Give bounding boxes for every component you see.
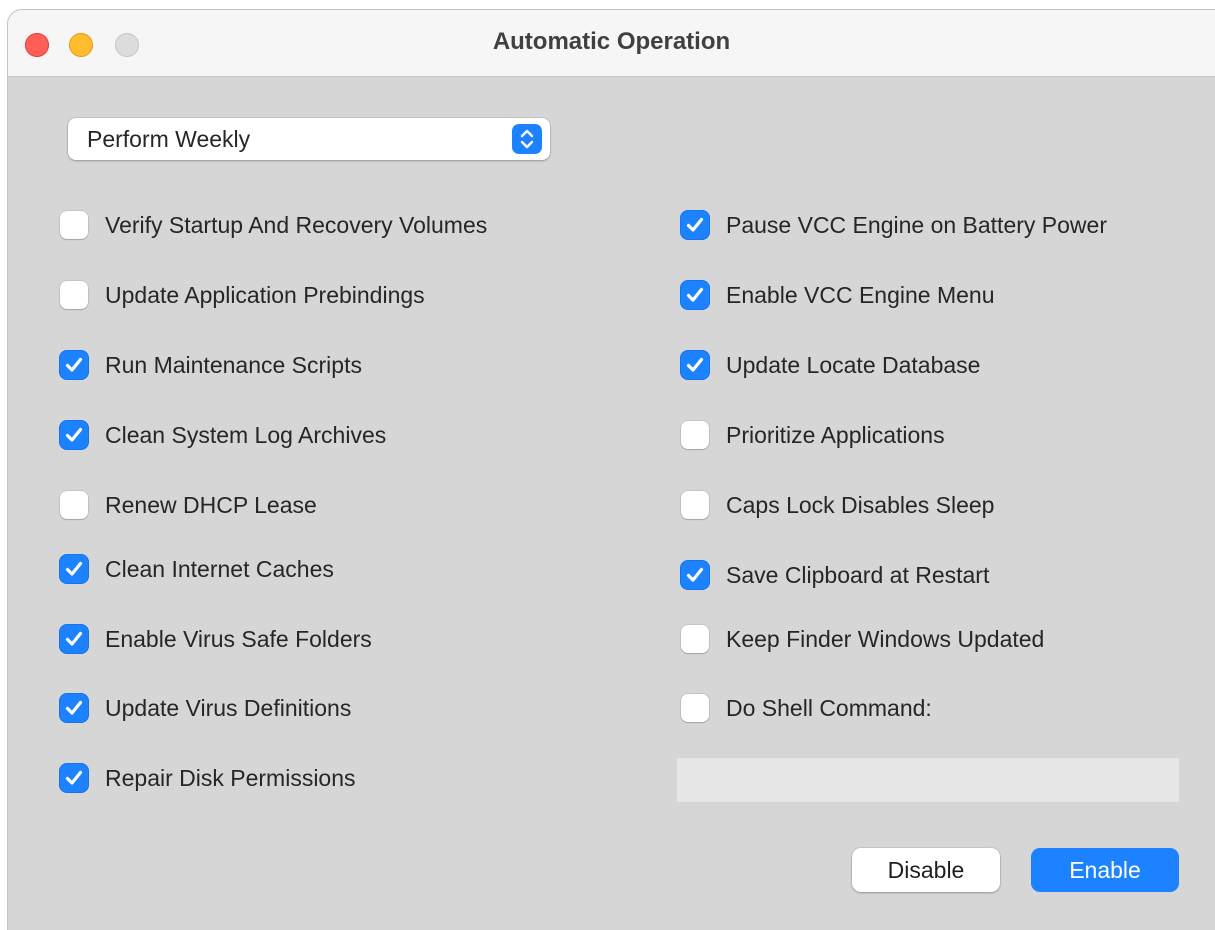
shell-command-field[interactable] (677, 758, 1179, 802)
option-label: Do Shell Command: (726, 694, 932, 721)
option-label: Save Clipboard at Restart (726, 561, 990, 588)
option-label: Update Application Prebindings (105, 281, 425, 308)
option-update-virus-definitions[interactable]: Update Virus Definitions (60, 690, 351, 726)
checkbox-unchecked[interactable] (681, 491, 709, 519)
checkmark-icon (65, 770, 83, 785)
checkbox-unchecked[interactable] (681, 694, 709, 722)
option-label: Update Virus Definitions (105, 694, 352, 721)
checkbox-checked[interactable] (60, 625, 88, 653)
checkbox-checked[interactable] (681, 561, 709, 589)
option-label: Run Maintenance Scripts (105, 351, 362, 378)
option-label: Verify Startup And Recovery Volumes (105, 211, 488, 238)
option-label: Renew DHCP Lease (105, 491, 317, 518)
option-enable-virus-safe-folders[interactable]: Enable Virus Safe Folders (60, 621, 372, 657)
option-run-maintenance-scripts[interactable]: Run Maintenance Scripts (60, 347, 362, 383)
option-label: Repair Disk Permissions (105, 764, 356, 791)
option-verify-startup-volumes[interactable]: Verify Startup And Recovery Volumes (60, 207, 487, 243)
checkbox-checked[interactable] (681, 351, 709, 379)
option-save-clipboard[interactable]: Save Clipboard at Restart (681, 557, 989, 593)
option-label: Clean System Log Archives (105, 421, 387, 448)
disable-button[interactable]: Disable (852, 848, 1000, 892)
checkmark-icon (686, 357, 704, 372)
checkbox-checked[interactable] (60, 351, 88, 379)
option-label: Keep Finder Windows Updated (726, 625, 1045, 652)
option-do-shell-command[interactable]: Do Shell Command: (681, 690, 932, 726)
checkmark-icon (686, 567, 704, 582)
checkbox-unchecked[interactable] (60, 281, 88, 309)
checkmark-icon (65, 427, 83, 442)
enable-button[interactable]: Enable (1031, 848, 1179, 892)
checkmark-icon (686, 217, 704, 232)
checkbox-checked[interactable] (60, 764, 88, 792)
option-label: Enable Virus Safe Folders (105, 625, 372, 652)
checkmark-icon (65, 631, 83, 646)
option-renew-dhcp-lease[interactable]: Renew DHCP Lease (60, 487, 317, 523)
title-bar[interactable]: Automatic Operation (8, 10, 1215, 77)
option-update-prebindings[interactable]: Update Application Prebindings (60, 277, 425, 313)
checkbox-unchecked[interactable] (681, 625, 709, 653)
option-clean-log-archives[interactable]: Clean System Log Archives (60, 417, 386, 453)
option-clean-internet-caches[interactable]: Clean Internet Caches (60, 551, 334, 587)
checkmark-icon (686, 287, 704, 302)
option-label: Prioritize Applications (726, 421, 945, 448)
option-keep-finder-windows-updated[interactable]: Keep Finder Windows Updated (681, 621, 1044, 657)
option-label: Enable VCC Engine Menu (726, 281, 995, 308)
checkbox-checked[interactable] (681, 211, 709, 239)
checkbox-unchecked[interactable] (60, 491, 88, 519)
checkmark-icon (65, 561, 83, 576)
option-label: Pause VCC Engine on Battery Power (726, 211, 1107, 238)
option-pause-vcc-on-battery[interactable]: Pause VCC Engine on Battery Power (681, 207, 1107, 243)
checkmark-icon (65, 700, 83, 715)
checkbox-unchecked[interactable] (681, 421, 709, 449)
option-label: Clean Internet Caches (105, 555, 334, 582)
option-label: Update Locate Database (726, 351, 981, 378)
option-enable-vcc-menu[interactable]: Enable VCC Engine Menu (681, 277, 995, 313)
up-down-chevron-icon (512, 124, 542, 154)
checkbox-checked[interactable] (681, 281, 709, 309)
checkmark-icon (65, 357, 83, 372)
window-title: Automatic Operation (492, 28, 731, 55)
checkbox-checked[interactable] (60, 555, 88, 583)
option-label: Caps Lock Disables Sleep (726, 491, 995, 518)
option-prioritize-applications[interactable]: Prioritize Applications (681, 417, 945, 453)
schedule-popup-button[interactable]: Perform Weekly (68, 118, 550, 160)
schedule-selected-value: Perform Weekly (87, 126, 251, 152)
checkbox-unchecked[interactable] (60, 211, 88, 239)
checkbox-checked[interactable] (60, 421, 88, 449)
option-caps-lock-disables-sleep[interactable]: Caps Lock Disables Sleep (681, 487, 994, 523)
automatic-operation-window: Automatic Operation Perform Weekly Verif… (8, 10, 1215, 930)
option-repair-disk-permissions[interactable]: Repair Disk Permissions (60, 760, 356, 796)
option-update-locate-database[interactable]: Update Locate Database (681, 347, 980, 383)
checkbox-checked[interactable] (60, 694, 88, 722)
